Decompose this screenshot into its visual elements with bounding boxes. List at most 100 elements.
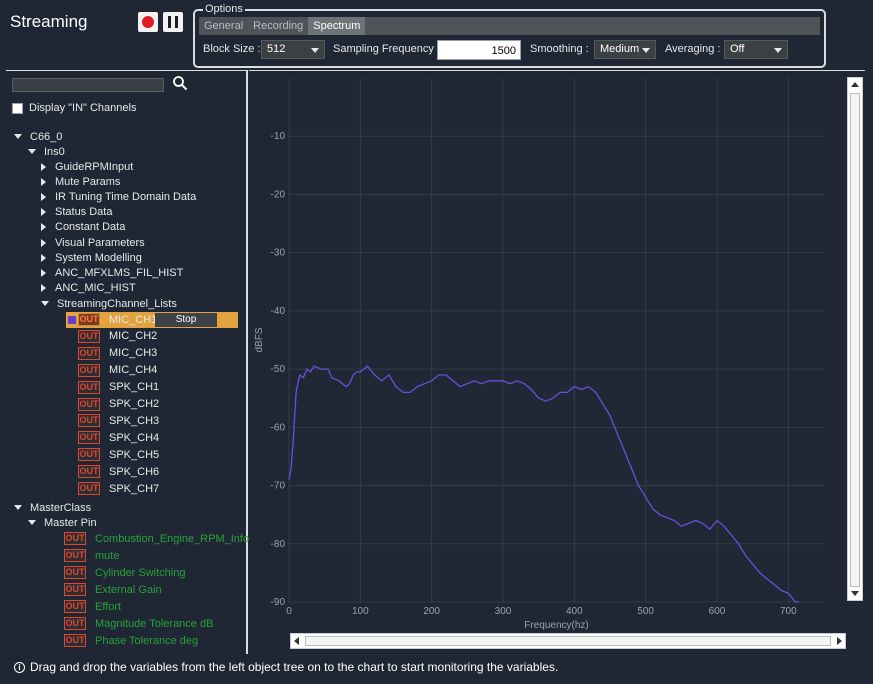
spectrum-chart[interactable]: 0 100 200 300 400 500 600 700 -10 -20 -30 -40 -50 -60… bbox=[252, 74, 844, 634]
channel-item[interactable]: OUT SPK_CH3 bbox=[78, 413, 159, 428]
channel-label: SPK_CH4 bbox=[109, 431, 160, 444]
channel-item[interactable]: OUT SPK_CH7 bbox=[78, 481, 159, 496]
vertical-scroll-thumb[interactable] bbox=[850, 93, 860, 587]
sampling-frequency-input[interactable]: 1500 bbox=[437, 40, 521, 60]
collapse-icon[interactable] bbox=[28, 149, 36, 154]
averaging-select[interactable]: Off bbox=[724, 40, 788, 59]
smoothing-value: Medium bbox=[600, 43, 640, 55]
channel-label: SPK_CH3 bbox=[109, 414, 160, 427]
options-group: Options General Recording Spectrum Block… bbox=[193, 2, 826, 68]
block-size-select[interactable]: 512 bbox=[261, 40, 325, 59]
tab-general[interactable]: General bbox=[199, 17, 248, 35]
tree-node-ins0-child[interactable]: ANC_MIC_HIST bbox=[41, 281, 136, 296]
out-badge: OUT bbox=[64, 549, 86, 562]
out-badge: OUT bbox=[78, 448, 100, 462]
out-badge: OUT bbox=[78, 414, 100, 428]
tree-node-root[interactable]: C66_0 bbox=[14, 129, 62, 144]
tree-node-ins0-child[interactable]: ANC_MFXLMS_FIL_HIST bbox=[41, 265, 183, 280]
y-tick-label: -50 bbox=[271, 364, 286, 375]
tab-recording[interactable]: Recording bbox=[248, 17, 308, 35]
y-tick-label: -80 bbox=[271, 539, 286, 550]
master-pin-item[interactable]: OUT Effort bbox=[64, 599, 121, 614]
expand-icon[interactable] bbox=[41, 208, 46, 217]
expand-icon[interactable] bbox=[41, 223, 46, 232]
footer-hint-text: Drag and drop the variables from the lef… bbox=[30, 660, 559, 674]
y-tick-label: -30 bbox=[271, 248, 286, 259]
channel-item[interactable]: OUT SPK_CH4 bbox=[78, 430, 159, 445]
master-pin-label: Combustion_Engine_RPM_Info bbox=[95, 532, 250, 545]
channel-label: MIC_CH2 bbox=[109, 330, 158, 343]
tree-node-ins0-child[interactable]: System Modelling bbox=[41, 250, 142, 265]
search-icon[interactable] bbox=[172, 75, 188, 91]
channel-item[interactable]: OUT MIC_CH2 bbox=[78, 329, 157, 344]
selection-marker-icon bbox=[68, 316, 76, 324]
x-tick-label: 600 bbox=[709, 606, 726, 617]
horizontal-scrollbar[interactable] bbox=[290, 633, 846, 649]
horizontal-scroll-thumb[interactable] bbox=[305, 636, 831, 646]
tree-node-ins0[interactable]: Ins0 bbox=[28, 144, 65, 159]
out-badge: OUT bbox=[78, 397, 100, 411]
master-pin-item[interactable]: OUT mute bbox=[64, 548, 119, 563]
channel-label: MIC_CH3 bbox=[109, 347, 158, 360]
pause-button[interactable] bbox=[163, 12, 183, 32]
expand-icon[interactable] bbox=[41, 253, 46, 262]
smoothing-label: Smoothing : bbox=[530, 43, 589, 55]
expand-icon[interactable] bbox=[41, 268, 46, 277]
tree-node-ins0-child[interactable]: Constant Data bbox=[41, 220, 125, 235]
scroll-right-icon[interactable] bbox=[837, 637, 842, 645]
out-badge: OUT bbox=[64, 566, 86, 579]
display-in-channels[interactable]: Display "IN" Channels bbox=[12, 101, 136, 115]
master-pin-item[interactable]: OUT External Gain bbox=[64, 582, 162, 597]
expand-icon[interactable] bbox=[41, 162, 46, 171]
channel-item[interactable]: OUT SPK_CH5 bbox=[78, 447, 159, 462]
channel-item[interactable]: OUT SPK_CH1 bbox=[78, 380, 159, 395]
tree-node-ins0-child[interactable]: Status Data bbox=[41, 205, 112, 220]
master-pin-item[interactable]: OUT Phase Tolerance deg bbox=[64, 633, 198, 648]
channel-label: SPK_CH2 bbox=[109, 398, 160, 410]
display-in-channels-checkbox[interactable] bbox=[12, 102, 23, 114]
display-in-channels-label: Display "IN" Channels bbox=[29, 102, 137, 114]
out-badge: OUT bbox=[64, 634, 86, 647]
scroll-down-icon[interactable] bbox=[851, 591, 859, 596]
expand-icon[interactable] bbox=[41, 284, 46, 293]
smoothing-select[interactable]: Medium bbox=[594, 40, 656, 59]
chevron-down-icon bbox=[774, 48, 782, 53]
record-button[interactable] bbox=[138, 12, 158, 32]
stop-button[interactable]: Stop bbox=[155, 313, 217, 327]
channel-item[interactable]: OUT MIC_CH4 bbox=[78, 363, 157, 378]
tree-node-ins0-child[interactable]: Visual Parameters bbox=[41, 235, 145, 250]
channel-label: SPK_CH6 bbox=[109, 465, 160, 478]
chevron-down-icon bbox=[311, 48, 319, 53]
tab-spectrum[interactable]: Spectrum bbox=[308, 17, 366, 35]
out-badge: OUT bbox=[78, 329, 100, 343]
collapse-icon[interactable] bbox=[14, 505, 22, 510]
scroll-up-icon[interactable] bbox=[851, 82, 859, 87]
master-pin-item[interactable]: OUT Magnitude Tolerance dB bbox=[64, 616, 213, 631]
x-tick-label: 0 bbox=[286, 606, 292, 617]
chevron-down-icon bbox=[642, 48, 650, 53]
scroll-left-icon[interactable] bbox=[294, 637, 299, 645]
averaging-value: Off bbox=[730, 43, 745, 55]
tree-node-masterclass[interactable]: MasterClass bbox=[14, 500, 91, 515]
master-pin-item[interactable]: OUT Combustion_Engine_RPM_Info bbox=[64, 531, 249, 546]
vertical-scrollbar[interactable] bbox=[847, 77, 863, 601]
search-input[interactable] bbox=[12, 78, 164, 92]
expand-icon[interactable] bbox=[41, 177, 46, 186]
master-pin-item[interactable]: OUT Cylinder Switching bbox=[64, 565, 185, 580]
collapse-icon[interactable] bbox=[28, 520, 36, 525]
channel-label: SPK_CH1 bbox=[109, 381, 160, 394]
channel-item[interactable]: OUT MIC_CH1 bbox=[78, 312, 157, 327]
collapse-icon[interactable] bbox=[41, 301, 49, 306]
channel-item[interactable]: OUT MIC_CH3 bbox=[78, 346, 157, 361]
y-axis-label: dBFS bbox=[254, 327, 265, 352]
tree-node-ins0-child[interactable]: Mute Params bbox=[41, 174, 120, 189]
tree-node-streaming-lists[interactable]: StreamingChannel_Lists bbox=[41, 296, 177, 311]
expand-icon[interactable] bbox=[41, 192, 46, 201]
collapse-icon[interactable] bbox=[14, 134, 22, 139]
channel-item[interactable]: OUT SPK_CH6 bbox=[78, 464, 159, 479]
tree-node-ins0-child[interactable]: IR Tuning Time Domain Data bbox=[41, 189, 196, 204]
expand-icon[interactable] bbox=[41, 238, 46, 247]
tree-node-ins0-child[interactable]: GuideRPMInput bbox=[41, 159, 133, 174]
channel-item[interactable]: OUT SPK_CH2 bbox=[78, 397, 159, 412]
tree-node-master-pin[interactable]: Master Pin bbox=[28, 515, 97, 530]
